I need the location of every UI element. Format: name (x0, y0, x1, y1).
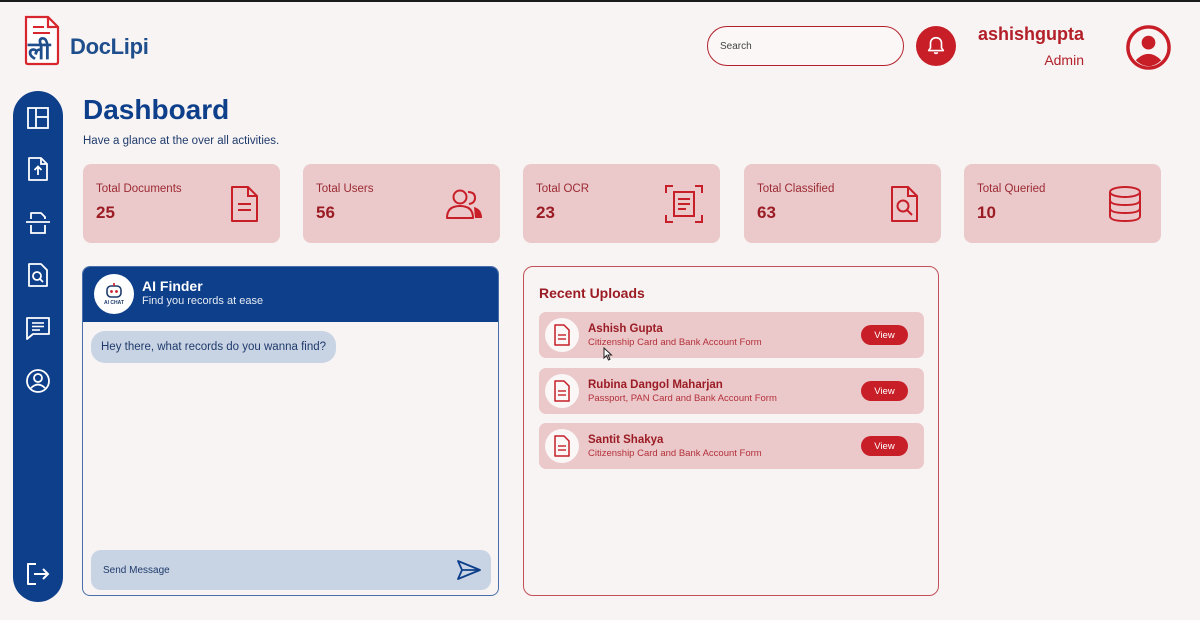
logout-button[interactable] (25, 561, 51, 587)
scan-document-icon (665, 185, 703, 223)
recent-uploads-panel: Recent Uploads Ashish Gupta Citizenship … (523, 266, 939, 596)
chat-header: AI CHAT AI Finder Find you records at ea… (83, 267, 498, 322)
document-icon (231, 186, 258, 222)
stat-value: 23 (536, 203, 555, 222)
ai-finder-panel: AI CHAT AI Finder Find you records at ea… (82, 266, 499, 596)
stat-label: Total Queried (977, 183, 1046, 195)
dashboard-icon (27, 107, 49, 129)
upload-name: Santit Shakya (588, 434, 664, 446)
logout-icon (27, 563, 50, 585)
upload-description: Citizenship Card and Bank Account Form (588, 448, 762, 459)
stat-value: 10 (977, 203, 996, 222)
upload-name: Rubina Dangol Maharjan (588, 379, 723, 391)
scanner-icon (26, 212, 50, 234)
user-circle-icon (1126, 25, 1171, 70)
stat-value: 56 (316, 203, 335, 222)
profile-button[interactable] (1125, 24, 1172, 71)
sidebar-item-dashboard[interactable] (25, 105, 51, 131)
document-icon (545, 374, 579, 408)
upload-file-icon (28, 157, 48, 181)
stat-value: 63 (757, 203, 776, 222)
search-input[interactable] (707, 26, 904, 66)
ai-chat-avatar: AI CHAT (94, 274, 134, 314)
brand-name: DocLipi (70, 34, 149, 59)
page-title: Dashboard (83, 94, 230, 125)
stat-label: Total OCR (536, 183, 590, 195)
notification-button[interactable] (916, 26, 956, 66)
chat-icon (26, 317, 50, 340)
upload-description: Citizenship Card and Bank Account Form (588, 337, 762, 348)
stat-label: Total Classified (757, 183, 835, 195)
upload-item: Ashish Gupta Citizenship Card and Bank A… (539, 312, 924, 358)
chat-subtitle: Find you records at ease (142, 295, 264, 307)
stat-card-users[interactable]: Total Users 56 (303, 164, 500, 243)
recent-uploads-title: Recent Uploads (539, 285, 645, 301)
user-role: Admin (1044, 52, 1084, 68)
send-icon (457, 560, 481, 580)
stat-card-classified[interactable]: Total Classified 63 (744, 164, 941, 243)
upload-item: Santit Shakya Citizenship Card and Bank … (539, 423, 924, 469)
sidebar-item-upload[interactable] (25, 156, 51, 182)
sidebar-item-profile[interactable] (25, 368, 51, 394)
view-button[interactable]: View (861, 436, 908, 456)
ai-chat-badge: AI CHAT (104, 300, 124, 306)
upload-description: Passport, PAN Card and Bank Account Form (588, 393, 777, 404)
stat-card-documents[interactable]: Total Documents 25 (83, 164, 280, 243)
stat-label: Total Documents (96, 183, 182, 195)
database-icon (1109, 186, 1141, 223)
send-button[interactable] (456, 559, 482, 581)
username: ashishgupta (977, 24, 1084, 44)
chat-title: AI Finder (142, 278, 203, 294)
document-icon (545, 318, 579, 352)
doclipi-logo-icon: ली (22, 14, 66, 66)
upload-item: Rubina Dangol Maharjan Passport, PAN Car… (539, 368, 924, 414)
document-icon (545, 429, 579, 463)
users-icon (446, 189, 482, 219)
bot-message: Hey there, what records do you wanna fin… (91, 331, 337, 363)
sidebar-item-search-docs[interactable] (25, 262, 51, 288)
message-input[interactable] (91, 550, 491, 590)
stat-card-queried[interactable]: Total Queried 10 (964, 164, 1161, 243)
stat-value: 25 (96, 203, 115, 222)
view-button[interactable]: View (861, 325, 908, 345)
mouse-cursor-icon (603, 346, 613, 366)
app-logo[interactable]: ली DocLipi (22, 14, 149, 66)
logo-glyph: ली (28, 37, 51, 65)
sidebar (13, 91, 63, 602)
bell-icon (927, 36, 945, 55)
user-circle-icon (26, 369, 50, 393)
file-search-icon (28, 263, 48, 287)
sidebar-item-chat[interactable] (25, 315, 51, 341)
stat-label: Total Users (316, 183, 374, 195)
upload-name: Ashish Gupta (588, 323, 663, 335)
view-button[interactable]: View (861, 381, 908, 401)
stat-card-ocr[interactable]: Total OCR 23 (523, 164, 720, 243)
sidebar-item-scan[interactable] (25, 210, 51, 236)
page-subtitle: Have a glance at the over all activities… (83, 135, 280, 147)
file-search-icon (891, 186, 918, 222)
robot-icon (106, 283, 122, 298)
